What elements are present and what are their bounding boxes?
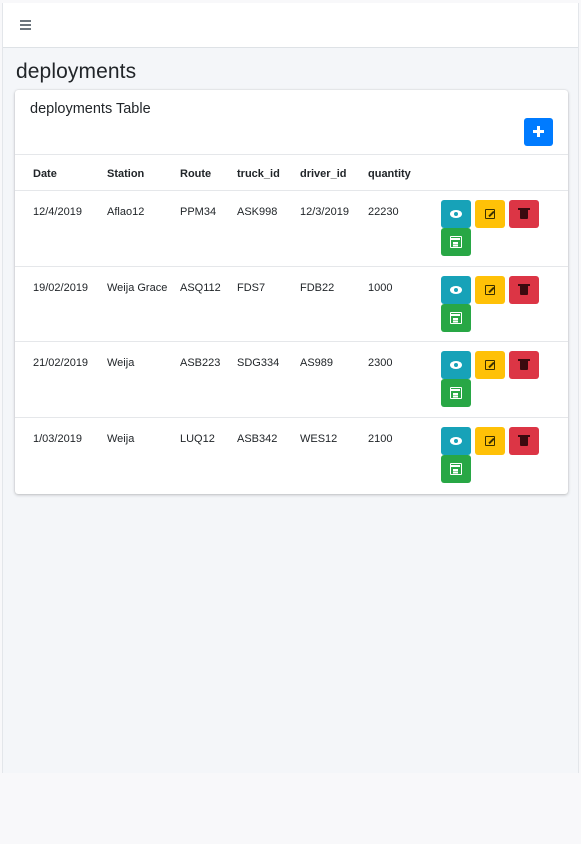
table-header: Date Station Route truck_id driver_id qu… [15,155,568,191]
deployments-card: deployments Table Date Station Route tru… [15,90,568,494]
calendar-icon [450,236,462,248]
calendar-icon [450,312,462,324]
cell-truck-id: SDG334 [237,357,280,369]
cell-date: 21/02/2019 [33,357,89,369]
cell-truck-id: FDS7 [237,282,266,294]
eye-icon [450,210,462,218]
cell-route: PPM34 [180,206,217,218]
cell-quantity: 2100 [368,433,393,445]
edit-button[interactable] [475,200,505,228]
plus-icon-bar [533,130,544,133]
delete-button[interactable] [509,427,539,455]
view-button[interactable] [441,427,471,455]
trash-icon [518,208,530,219]
cell-truck-id: ASK998 [237,206,278,218]
cell-driver-id: 12/3/2019 [300,206,349,218]
column-header-route: Route [180,168,212,180]
card-title: deployments Table [30,101,151,117]
view-button[interactable] [441,276,471,304]
trash-icon [518,435,530,446]
cell-route: ASQ112 [180,282,221,294]
edit-icon [485,436,495,446]
edit-button[interactable] [475,276,505,304]
schedule-button[interactable] [441,304,471,332]
edit-icon [485,209,495,219]
cell-quantity: 1000 [368,282,393,294]
table-row: 1/03/2019 Weija LUQ12 ASB342 WES12 2100 [15,418,568,494]
view-button[interactable] [441,200,471,228]
cell-station: Weija [107,433,135,445]
delete-button[interactable] [509,200,539,228]
table-row: 12/4/2019 Aflao12 PPM34 ASK998 12/3/2019… [15,191,568,267]
top-navbar [3,3,578,48]
cell-driver-id: FDB22 [300,282,335,294]
cell-route: ASB223 [180,357,221,369]
cell-driver-id: WES12 [300,433,338,445]
cell-quantity: 2300 [368,357,393,369]
column-header-station: Station [107,168,145,180]
edit-icon [485,285,495,295]
calendar-icon [450,463,462,475]
column-header-date: Date [33,168,57,180]
schedule-button[interactable] [441,228,471,256]
cell-station: Weija Grace [107,282,168,294]
eye-icon [450,286,462,294]
column-header-truck-id: truck_id [237,168,280,180]
schedule-button[interactable] [441,379,471,407]
edit-button[interactable] [475,427,505,455]
column-header-quantity: quantity [368,168,411,180]
cell-date: 12/4/2019 [33,206,82,218]
table-row: 19/02/2019 Weija Grace ASQ112 FDS7 FDB22… [15,267,568,342]
cell-station: Aflao12 [107,206,145,218]
trash-icon [518,284,530,295]
cell-date: 19/02/2019 [33,282,89,294]
add-deployment-button[interactable] [524,118,553,146]
trash-icon [518,359,530,370]
column-header-driver-id: driver_id [300,168,347,180]
cell-date: 1/03/2019 [33,433,82,445]
eye-icon [450,437,462,445]
edit-icon [485,360,495,370]
cell-truck-id: ASB342 [237,433,278,445]
card-header: deployments Table [15,90,568,155]
cell-quantity: 22230 [368,206,399,218]
app-window: deployments deployments Table Date Stati… [2,3,579,773]
cell-station: Weija [107,357,135,369]
cell-driver-id: AS989 [300,357,334,369]
delete-button[interactable] [509,276,539,304]
page-title: deployments [16,60,137,83]
eye-icon [450,361,462,369]
hamburger-icon[interactable] [20,17,34,33]
calendar-icon [450,387,462,399]
cell-route: LUQ12 [180,433,215,445]
table-row: 21/02/2019 Weija ASB223 SDG334 AS989 230… [15,342,568,418]
delete-button[interactable] [509,351,539,379]
edit-button[interactable] [475,351,505,379]
schedule-button[interactable] [441,455,471,483]
view-button[interactable] [441,351,471,379]
